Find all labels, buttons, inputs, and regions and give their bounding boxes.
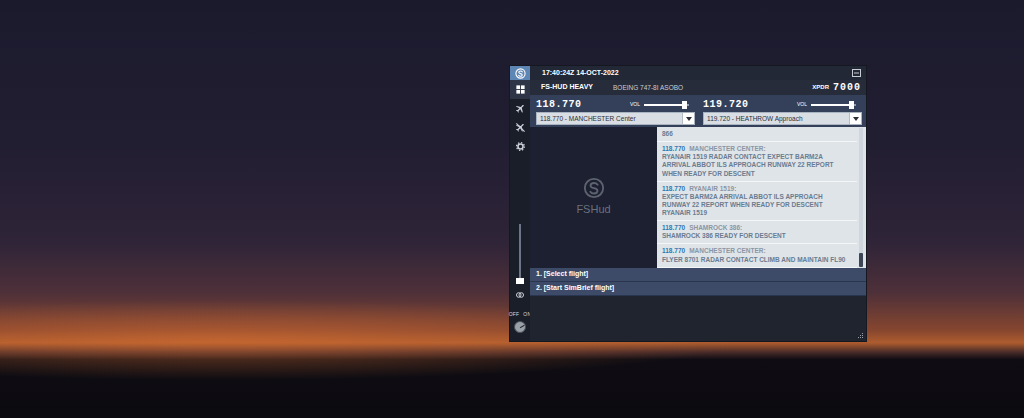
message-sender: MANCHESTER CENTER: xyxy=(689,145,766,152)
message-header: 118.770 MANCHESTER CENTER: xyxy=(662,145,852,153)
aircraft: BOEING 747-8I ASOBO xyxy=(613,83,683,93)
triangle-icon xyxy=(686,117,692,121)
volume-fill xyxy=(644,104,687,106)
logo-text: FSHud xyxy=(576,201,610,218)
info-bar: FS-HUD HEAVY BOEING 747-8I ASOBO XPDR 70… xyxy=(530,80,866,95)
scrollbar-thumb[interactable] xyxy=(859,253,863,267)
content-row: FSHud 866118.770MANCHESTER CENTER:RYANAI… xyxy=(530,127,866,268)
message-frequency: 118.770 xyxy=(662,145,685,152)
frequency[interactable]: 118.770 xyxy=(536,97,582,112)
station-name: 118.770 - MANCHESTER Center xyxy=(537,113,682,124)
volume-label: VOL xyxy=(630,101,640,109)
frequency[interactable]: 119.720 xyxy=(703,97,749,112)
xpdr-code[interactable]: 7000 xyxy=(833,80,861,95)
radio-header: 119.720 VOL xyxy=(703,97,862,112)
resize-grip-icon[interactable] xyxy=(857,332,864,339)
radio-panel: 118.770 VOL 118.770 - MANCHESTER Center 119… xyxy=(530,95,866,127)
flight-menu: 1. [Select flight]2. [Start SimBrief fli… xyxy=(530,268,866,296)
sidebar-item[interactable] xyxy=(510,99,530,118)
sidebar-item[interactable] xyxy=(510,80,530,99)
station-select[interactable]: 118.770 - MANCHESTER Center xyxy=(536,112,695,125)
message-text: EXPECT BARM2A ARRIVAL ABBOT ILS APPROACH… xyxy=(662,193,852,217)
fshud-logo-icon[interactable] xyxy=(510,66,530,80)
volume-thumb[interactable] xyxy=(849,101,854,109)
message-text: RYANAIR 1519 RADAR CONTACT EXPECT BARM2A… xyxy=(662,153,852,177)
station-name: 119.720 - HEATHROW Approach xyxy=(704,113,849,124)
menu-item[interactable]: 2. [Start SimBrief flight] xyxy=(530,282,866,296)
message-header: 118.770 SHAMROCK 386: xyxy=(662,224,852,232)
message: 118.770 RYANAIR 1519:EXPECT BARM2A ARRIVA… xyxy=(657,182,857,222)
message: 866 xyxy=(657,127,857,142)
main-panel: 17:40:24Z 14-OCT-2022 FS-HUD HEAVY BOEIN… xyxy=(530,66,866,341)
title-bar[interactable]: 17:40:24Z 14-OCT-2022 xyxy=(530,66,866,80)
radio-column: 119.720 VOL 119.720 - HEATHROW Approach xyxy=(703,97,862,125)
message: 118.770 SHAMROCK 386:SHAMROCK 386 READY F… xyxy=(657,221,857,244)
empty-area xyxy=(530,296,866,341)
volume-thumb[interactable] xyxy=(682,101,687,109)
no-flight-icon xyxy=(515,122,526,133)
message-text: SHAMROCK 386 READY FOR DESCENT xyxy=(662,232,852,240)
message-frequency: 118.770 xyxy=(662,224,685,231)
dropdown-arrow-icon[interactable] xyxy=(682,113,694,124)
message-frequency: 118.770 xyxy=(662,185,685,192)
power-knob[interactable] xyxy=(514,321,526,333)
sidebar-controls: OFF ON xyxy=(510,222,530,342)
slider-thumb[interactable] xyxy=(516,278,524,284)
xpdr-label: XPDR xyxy=(812,83,829,92)
menu-item[interactable]: 1. [Select flight] xyxy=(530,268,866,282)
message-sender: MANCHESTER CENTER: xyxy=(689,247,766,254)
message: 118.770 MANCHESTER CENTER:RYANAIR 1519 RA… xyxy=(657,142,857,182)
message-sender: RYANAIR 1519: xyxy=(689,185,736,192)
triangle-icon xyxy=(853,117,859,121)
fshud-window[interactable]: OFF ON 17:40:24Z 14-OCT-2022 FS-HUD HEAV… xyxy=(510,66,866,341)
sidebar-item[interactable] xyxy=(510,137,530,156)
slider-track xyxy=(519,224,521,284)
off-label: OFF xyxy=(509,312,520,318)
radio-column: 118.770 VOL 118.770 - MANCHESTER Center xyxy=(536,97,695,125)
clock: 17:40:24Z 14-OCT-2022 xyxy=(542,68,619,79)
link-icon[interactable] xyxy=(515,290,525,300)
message-header: 118.770 MANCHESTER CENTER: xyxy=(662,247,852,255)
sidebar-menu xyxy=(510,80,530,156)
station-select[interactable]: 119.720 - HEATHROW Approach xyxy=(703,112,862,125)
power-labels: OFF ON xyxy=(509,312,532,318)
knob-pointer xyxy=(520,325,525,328)
settings-icon xyxy=(515,141,526,152)
radio-header: 118.770 VOL xyxy=(536,97,695,112)
message: 118.770 MANCHESTER CENTER: FLYER 8701 RADA… xyxy=(657,244,857,267)
volume-fill xyxy=(811,104,854,106)
message-sender: SHAMROCK 386: xyxy=(689,224,742,231)
message-header: 118.770 RYANAIR 1519: xyxy=(662,185,852,193)
callsign: FS-HUD HEAVY xyxy=(541,82,613,93)
sidebar: OFF ON xyxy=(510,66,530,341)
desktop-background-photo: OFF ON 17:40:24Z 14-OCT-2022 FS-HUD HEAV… xyxy=(0,0,1024,418)
message-text: 866 xyxy=(662,130,852,138)
logo-area: FSHud xyxy=(530,127,657,268)
minimize-icon[interactable] xyxy=(852,69,861,77)
fshud-logo-icon xyxy=(583,177,605,199)
message-log[interactable]: 866118.770MANCHESTER CENTER:RYANAIR 1519… xyxy=(657,127,866,268)
volume-slider[interactable] xyxy=(811,104,856,106)
message-frequency: 118.770 xyxy=(662,247,685,254)
sidebar-item[interactable] xyxy=(510,118,530,137)
volume-slider[interactable] xyxy=(644,104,689,106)
dashboard-icon xyxy=(515,84,526,95)
flight-icon xyxy=(515,103,526,114)
master-volume-slider[interactable] xyxy=(510,222,530,286)
scrollbar[interactable] xyxy=(859,128,863,267)
message-text: FLYER 8701 RADAR CONTACT CLIMB AND MAINT… xyxy=(662,256,852,264)
dropdown-arrow-icon[interactable] xyxy=(849,113,861,124)
volume-label: VOL xyxy=(797,101,807,109)
